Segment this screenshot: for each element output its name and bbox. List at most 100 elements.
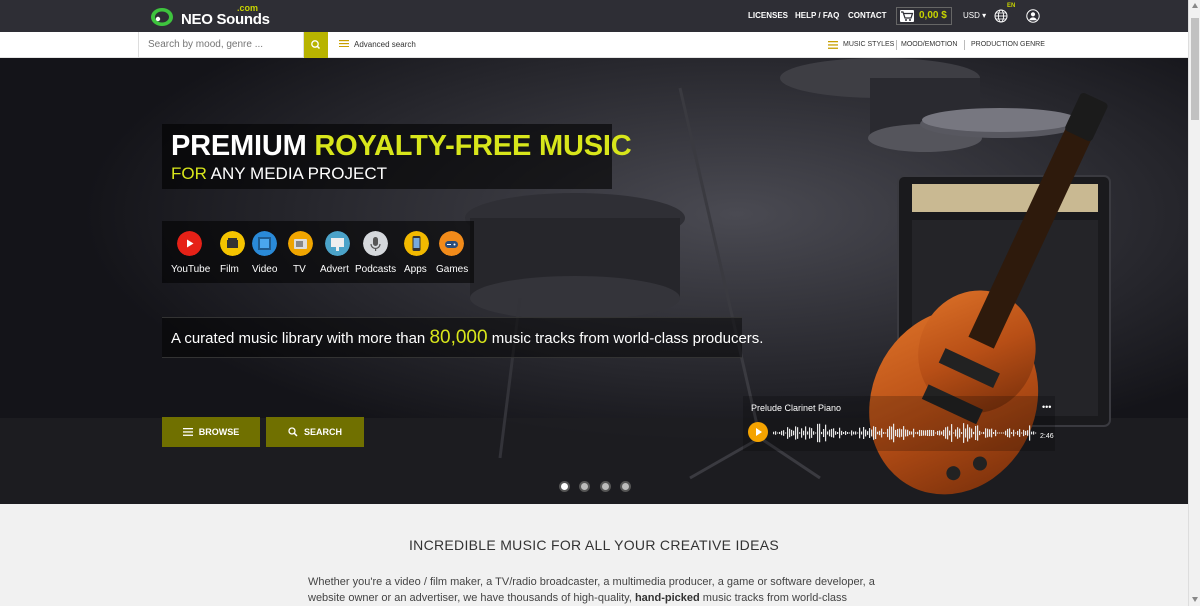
scroll-up-icon[interactable] xyxy=(1192,3,1198,8)
headline-box: PREMIUM ROYALTY-FREE MUSIC FOR ANY MEDIA… xyxy=(162,124,632,189)
logo[interactable]: .com NEO Sounds xyxy=(150,3,270,29)
waveform-bar xyxy=(981,432,983,434)
media-item-youtube[interactable]: YouTube xyxy=(171,231,211,281)
currency-select[interactable]: USD ▾ xyxy=(963,0,986,32)
waveform-bar xyxy=(857,432,859,434)
media-item-video[interactable]: Video xyxy=(252,231,292,281)
media-item-games[interactable]: Games xyxy=(436,231,476,281)
video-icon xyxy=(252,231,277,256)
slide-dot[interactable] xyxy=(600,481,611,492)
advanced-search-label: Advanced search xyxy=(354,40,416,49)
nav-production-genre[interactable]: PRODUCTION GENRE xyxy=(971,32,1045,58)
track-title[interactable]: Prelude Clarinet Piano xyxy=(751,403,841,413)
waveform-bar xyxy=(849,432,851,434)
subheadline-plain: ANY MEDIA PROJECT xyxy=(206,164,388,183)
advanced-search-link[interactable]: Advanced search xyxy=(339,32,416,58)
nav-mood-emotion[interactable]: MOOD/EMOTION xyxy=(901,32,957,58)
scrollbar[interactable] xyxy=(1188,0,1200,606)
waveform-bar xyxy=(809,427,811,439)
logo-text: NEO Sounds xyxy=(181,11,270,28)
scroll-down-icon[interactable] xyxy=(1192,597,1198,602)
waveform-bar xyxy=(911,431,913,435)
waveform-bar xyxy=(927,429,929,437)
waveform-bar xyxy=(863,426,865,440)
waveform-bar xyxy=(963,423,965,443)
waveform-bar xyxy=(791,429,793,437)
tagline-box: A curated music library with more than 8… xyxy=(162,317,763,358)
slide-dot[interactable] xyxy=(620,481,631,492)
waveform-bar xyxy=(1001,432,1003,434)
podcast-icon xyxy=(363,231,388,256)
waveform-bar xyxy=(859,427,861,439)
tagline-before: A curated music library with more than xyxy=(171,330,430,347)
waveform-bar xyxy=(907,429,909,437)
waveform-bar xyxy=(931,429,933,437)
waveform-bar xyxy=(879,430,881,436)
hero-headline: PREMIUM ROYALTY-FREE MUSIC xyxy=(171,130,632,163)
waveform-bar xyxy=(1015,432,1017,434)
waveform-bar xyxy=(795,426,797,440)
waveform-bar xyxy=(951,424,953,442)
waveform-bar xyxy=(845,431,847,435)
search-icon xyxy=(311,40,321,50)
waveform-bar xyxy=(835,431,837,435)
search-hero-button[interactable]: SEARCH xyxy=(266,417,364,447)
waveform-bar xyxy=(803,430,805,436)
waveform-bar xyxy=(901,429,903,437)
waveform-bar xyxy=(799,432,801,434)
media-item-advert[interactable]: Advert xyxy=(320,231,360,281)
media-item-podcasts[interactable]: Podcasts xyxy=(355,231,397,281)
menu-icon xyxy=(339,40,349,48)
search-input[interactable] xyxy=(138,32,304,58)
cart-button[interactable]: 0,00 $ xyxy=(896,7,952,25)
media-label: Podcasts xyxy=(355,264,397,275)
waveform-bar xyxy=(979,430,981,436)
search-button[interactable] xyxy=(304,32,328,58)
waveform-bar xyxy=(917,431,919,435)
play-button[interactable] xyxy=(748,422,768,442)
waveform-bar xyxy=(989,429,991,437)
waveform-bar xyxy=(861,431,863,435)
games-icon xyxy=(439,231,464,256)
waveform-bar xyxy=(855,431,857,435)
language-label[interactable]: EN xyxy=(1007,3,1015,9)
waveform-bar xyxy=(867,431,869,435)
nav-help-faq[interactable]: HELP / FAQ xyxy=(795,0,839,32)
waveform-bar xyxy=(905,429,907,437)
nav-contact[interactable]: CONTACT xyxy=(848,0,887,32)
waveform-bar xyxy=(829,429,831,437)
account-icon[interactable] xyxy=(1026,9,1040,23)
slide-dot[interactable] xyxy=(559,481,570,492)
waveform-bar xyxy=(841,430,843,436)
waveform-bar xyxy=(793,430,795,436)
waveform-bar xyxy=(1021,432,1023,434)
waveform-bar xyxy=(999,432,1001,434)
scroll-thumb[interactable] xyxy=(1191,18,1199,120)
nav-music-styles[interactable]: MUSIC STYLES xyxy=(843,32,894,58)
globe-icon[interactable] xyxy=(994,9,1008,23)
apps-icon xyxy=(404,231,429,256)
waveform-bar xyxy=(929,429,931,437)
waveform-bar xyxy=(805,426,807,440)
slide-dot[interactable] xyxy=(579,481,590,492)
waveform-bar xyxy=(807,431,809,435)
top-bar: .com NEO Sounds LICENSES HELP / FAQ CONT… xyxy=(0,0,1188,32)
browse-button[interactable]: BROWSE xyxy=(162,417,260,447)
waveform[interactable] xyxy=(773,422,1037,444)
waveform-bar xyxy=(1019,429,1021,437)
waveform-bar xyxy=(783,430,785,436)
waveform-bar xyxy=(811,428,813,438)
waveform-bar xyxy=(815,432,817,434)
intro-section: INCREDIBLE MUSIC FOR ALL YOUR CREATIVE I… xyxy=(0,504,1188,606)
section-text: Whether you're a video / film maker, a T… xyxy=(308,574,888,606)
more-options-icon[interactable]: ••• xyxy=(1042,402,1051,412)
text-after: music tracks from world-class xyxy=(699,592,848,604)
track-count: 80,000 xyxy=(429,327,488,348)
section-title: INCREDIBLE MUSIC FOR ALL YOUR CREATIVE I… xyxy=(408,537,780,553)
divider xyxy=(964,40,965,50)
waveform-bar xyxy=(941,431,943,435)
waveform-bar xyxy=(817,423,819,443)
nav-licenses[interactable]: LICENSES xyxy=(748,0,788,32)
waveform-bar xyxy=(847,432,849,434)
waveform-bar xyxy=(945,427,947,439)
